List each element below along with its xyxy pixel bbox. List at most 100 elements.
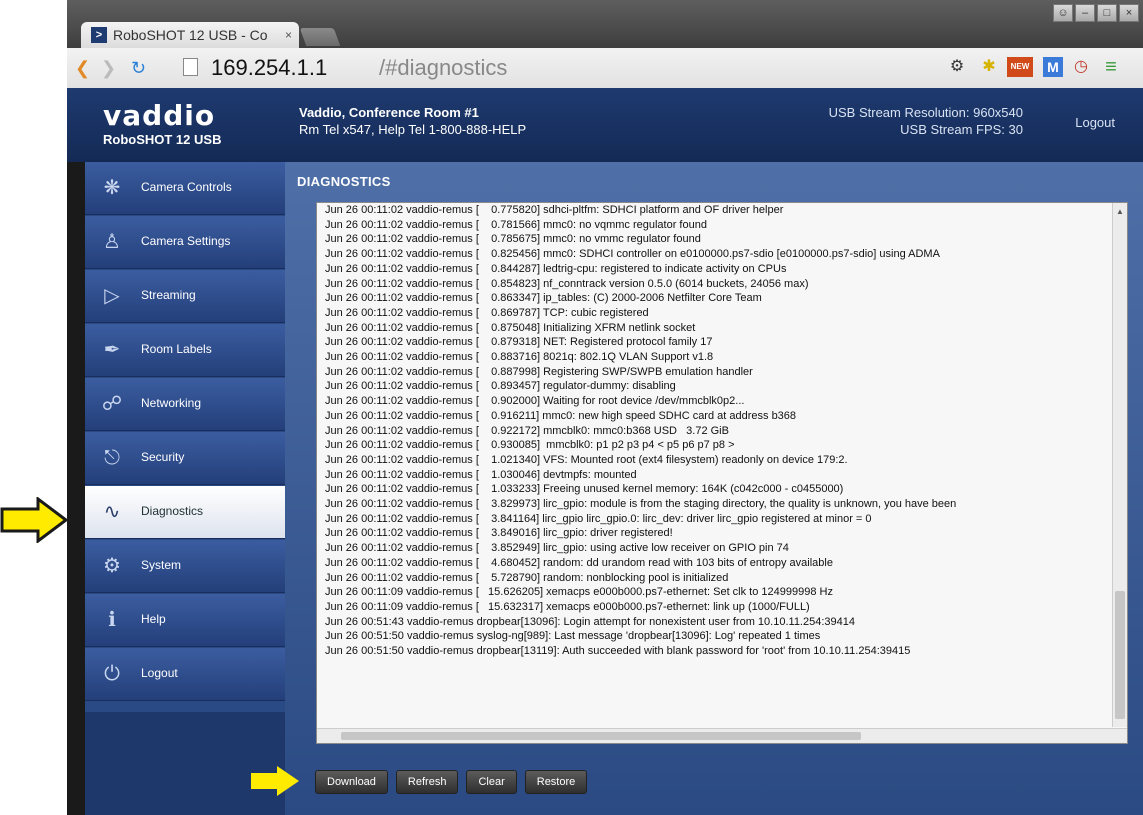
log-line: Jun 26 00:11:02 vaddio-remus [ 0.844287]…	[325, 262, 787, 275]
menu-icon[interactable]: ≡	[1101, 57, 1121, 77]
main-panel: DIAGNOSTICS Jun 26 00:11:02 vaddio-remus…	[285, 162, 1143, 815]
vertical-scrollbar[interactable]: ▲	[1112, 203, 1127, 727]
annotation-arrow-download	[251, 766, 299, 796]
sidebar-item-camera-settings[interactable]: ♙ Camera Settings	[85, 216, 285, 269]
diagnostics-icon: ∿	[103, 501, 121, 523]
horizontal-scrollbar[interactable]	[317, 728, 1127, 743]
annotation-arrow-sidebar	[0, 497, 68, 543]
sidebar-item-label: Networking	[141, 396, 202, 410]
url-field[interactable]: 169.254.1.1 /#diagnostics	[179, 54, 939, 82]
clear-button[interactable]: Clear	[466, 770, 517, 794]
log-line: Jun 26 00:11:02 vaddio-remus [ 1.030046]…	[325, 468, 637, 481]
sidebar-item-label: System	[141, 558, 182, 572]
url-host: 169.254.1.1	[211, 55, 328, 80]
log-line: Jun 26 00:11:02 vaddio-remus [ 1.021340]…	[325, 453, 848, 466]
address-bar: ❮ ❯ ↻ 169.254.1.1 /#diagnostics ⚙ ✱ NEW …	[67, 48, 1143, 88]
log-line: Jun 26 00:11:02 vaddio-remus [ 4.680452]…	[325, 556, 833, 569]
system-icon: ⚙	[103, 555, 121, 577]
device-model: RoboSHOT 12 USB	[103, 132, 222, 147]
header-logout-link[interactable]: Logout	[1075, 115, 1115, 130]
page-icon	[183, 58, 198, 76]
log-line: Jun 26 00:11:02 vaddio-remus [ 0.893457]…	[325, 380, 676, 393]
log-line: Jun 26 00:11:02 vaddio-remus [ 0.922172]…	[325, 424, 729, 437]
log-line: Jun 26 00:11:02 vaddio-remus [ 3.829973]…	[325, 498, 957, 511]
log-line: Jun 26 00:51:50 vaddio-remus syslog-ng[9…	[325, 630, 821, 643]
page-header: vaddio RoboSHOT 12 USB Vaddio, Conferenc…	[67, 88, 1143, 162]
logout-icon: ⏻	[104, 663, 120, 685]
bookmark-star-icon[interactable]: ✱	[979, 57, 999, 77]
page-title: DIAGNOSTICS	[297, 174, 391, 189]
log-line: Jun 26 00:11:02 vaddio-remus [ 3.841164]…	[325, 512, 872, 525]
sidebar-item-label: Diagnostics	[141, 504, 204, 518]
room-name: Vaddio, Conference Room #1	[299, 105, 479, 120]
sidebar-item-label: Security	[141, 450, 185, 464]
tab-title: RoboSHOT 12 USB - Co	[113, 27, 268, 43]
vaddio-logo: vaddio RoboSHOT 12 USB	[103, 99, 253, 148]
log-line: Jun 26 00:11:02 vaddio-remus [ 0.854823]…	[325, 277, 809, 290]
networking-icon: ☍	[101, 393, 123, 415]
close-window-icon[interactable]: ×	[1119, 4, 1139, 22]
forward-icon[interactable]: ❯	[101, 58, 116, 78]
log-line: Jun 26 00:11:02 vaddio-remus [ 0.930085]…	[325, 439, 735, 452]
sidebar-item-logout[interactable]: ⏻ Logout	[85, 648, 285, 701]
stream-fps: USB Stream FPS: 30	[900, 122, 1023, 137]
room-info: Vaddio, Conference Room #1 Rm Tel x547, …	[299, 104, 526, 138]
security-icon: ⎋	[104, 447, 120, 469]
room-phone: Rm Tel x547, Help Tel 1-800-888-HELP	[299, 122, 527, 137]
m-extension-icon[interactable]: M	[1043, 57, 1063, 77]
sidebar-item-label: Streaming	[141, 288, 196, 302]
stream-info: USB Stream Resolution: 960x540 USB Strea…	[829, 104, 1023, 138]
log-line: Jun 26 00:11:02 vaddio-remus [ 0.785675]…	[325, 233, 701, 246]
diagnostics-log[interactable]: Jun 26 00:11:02 vaddio-remus [ 0.775820]…	[316, 202, 1128, 744]
sidebar-item-diagnostics[interactable]: ∿ Diagnostics	[85, 486, 285, 539]
help-icon: ℹ	[108, 609, 116, 631]
sidebar-item-networking[interactable]: ☍ Networking	[85, 378, 285, 431]
log-line: Jun 26 00:11:09 vaddio-remus [ 15.632317…	[325, 600, 810, 613]
camera-settings-icon: ♙	[103, 231, 121, 253]
user-icon[interactable]: ☺	[1053, 4, 1073, 22]
log-line: Jun 26 00:11:02 vaddio-remus [ 5.728790]…	[325, 571, 729, 584]
button-row: Download Refresh Clear Restore	[315, 770, 588, 794]
sidebar-item-label: Camera Controls	[141, 180, 232, 194]
log-line: Jun 26 00:11:02 vaddio-remus [ 0.883716]…	[325, 351, 714, 364]
log-line: Jun 26 00:51:43 vaddio-remus dropbear[13…	[325, 615, 855, 628]
vertical-scroll-thumb[interactable]	[1115, 591, 1125, 719]
log-line: Jun 26 00:51:50 vaddio-remus dropbear[13…	[325, 645, 911, 658]
gear-icon[interactable]: ⚙	[947, 57, 967, 77]
log-line: Jun 26 00:11:02 vaddio-remus [ 0.781566]…	[325, 218, 707, 231]
download-button[interactable]: Download	[315, 770, 388, 794]
tab-close-icon[interactable]: ×	[285, 28, 292, 42]
sidebar-item-room-labels[interactable]: ✒ Room Labels	[85, 324, 285, 377]
clock-extension-icon[interactable]: ◷	[1071, 57, 1091, 77]
log-line: Jun 26 00:11:02 vaddio-remus [ 0.869787]…	[325, 306, 649, 319]
sidebar-item-help[interactable]: ℹ Help	[85, 594, 285, 647]
refresh-button[interactable]: Refresh	[395, 770, 459, 794]
sidebar-item-camera-controls[interactable]: ❋ Camera Controls	[85, 162, 285, 215]
sidebar-item-streaming[interactable]: ▷ Streaming	[85, 270, 285, 323]
log-line: Jun 26 00:11:02 vaddio-remus [ 0.875048]…	[325, 321, 696, 334]
sidebar-item-label: Room Labels	[141, 342, 212, 356]
sidebar-item-label: Logout	[141, 666, 178, 680]
log-line: Jun 26 00:11:02 vaddio-remus [ 0.775820]…	[325, 204, 784, 216]
horizontal-scroll-thumb[interactable]	[341, 732, 861, 740]
restore-button[interactable]: Restore	[524, 770, 588, 794]
window-controls: ☺ – □ ×	[1053, 4, 1139, 22]
sidebar-item-system[interactable]: ⚙ System	[85, 540, 285, 593]
stream-resolution: USB Stream Resolution: 960x540	[828, 105, 1023, 120]
brand-name: vaddio	[103, 99, 216, 132]
reload-icon[interactable]: ↻	[131, 58, 146, 78]
sidebar-item-security[interactable]: ⎋ Security	[85, 432, 285, 485]
sidebar-item-label: Help	[141, 612, 166, 626]
sidebar-nav: ❋ Camera Controls ♙ Camera Settings ▷ St…	[85, 162, 285, 712]
maximize-icon[interactable]: □	[1097, 4, 1117, 22]
log-line: Jun 26 00:11:02 vaddio-remus [ 0.916211]…	[325, 409, 797, 422]
new-tab-button[interactable]	[299, 28, 341, 46]
browser-window: > RoboSHOT 12 USB - Co × ☺ – □ × ❮ ❯ ↻ 1…	[67, 0, 1143, 815]
minimize-icon[interactable]: –	[1075, 4, 1095, 22]
back-icon[interactable]: ❮	[75, 58, 90, 78]
new-extension-icon[interactable]: NEW	[1007, 57, 1033, 77]
tab-strip: > RoboSHOT 12 USB - Co × ☺ – □ ×	[67, 0, 1143, 48]
scroll-up-icon[interactable]: ▲	[1116, 207, 1124, 216]
log-line: Jun 26 00:11:02 vaddio-remus [ 3.849016]…	[325, 527, 673, 540]
browser-tab[interactable]: > RoboSHOT 12 USB - Co ×	[81, 22, 299, 48]
